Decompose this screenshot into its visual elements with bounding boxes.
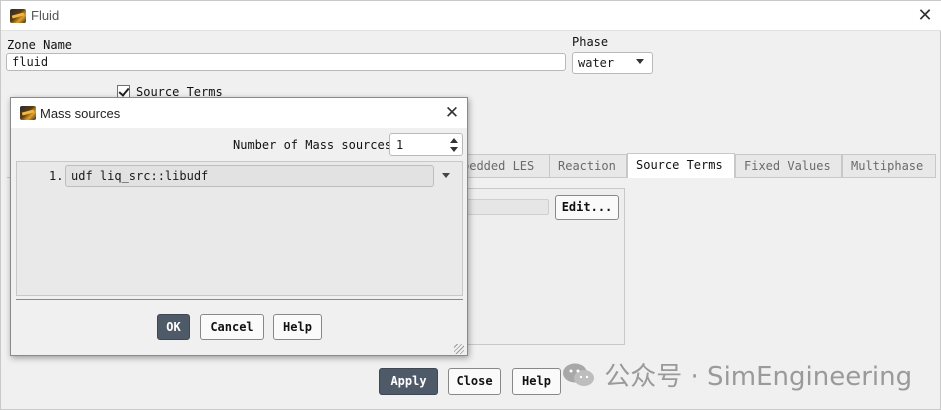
mass-sources-list: 1. udf liq_src::libudf [16,161,463,296]
phase-label: Phase [572,35,609,49]
watermark: 公众号 · SimEngineering [562,356,912,393]
ok-button[interactable]: OK [157,314,190,340]
zone-name-label: Zone Name [7,38,73,52]
tab-fixed-values[interactable]: Fixed Values [735,154,842,177]
spin-down-icon[interactable] [450,147,458,152]
mass-count-label: Number of Mass sources [233,138,392,152]
dialog-separator [16,299,463,300]
help-button[interactable]: Help [273,314,322,340]
phase-value: water [578,56,615,70]
mass-dialog-titlebar: Mass sources ✕ [11,98,467,128]
close-icon[interactable]: ✕ [441,102,463,124]
zone-name-field[interactable]: fluid [6,53,566,71]
apply-button[interactable]: Apply [379,368,438,395]
fluent-app-icon [20,106,36,120]
fluid-titlebar: Fluid ✕ [1,1,941,31]
source-terms-field [463,199,549,215]
source-value: udf liq_src::libudf [71,169,209,183]
mass-sources-dialog: Mass sources ✕ Number of Mass sources 1 … [10,97,468,356]
tab-multiphase[interactable]: Multiphase [842,154,936,177]
edit-button[interactable]: Edit... [555,195,619,220]
wechat-icon [563,363,594,386]
source-select[interactable]: udf liq_src::libudf [65,165,434,187]
phase-select[interactable]: water [572,52,653,74]
spin-up-icon[interactable] [450,138,458,143]
cancel-button[interactable]: Cancel [200,314,264,340]
tab-embedded-les[interactable]: bedded LES [453,154,559,177]
window-title: Fluid [31,8,60,23]
fluent-app-icon [10,9,26,23]
resize-grip-icon[interactable] [454,344,464,354]
chevron-down-icon[interactable] [442,173,450,178]
mass-count-value: 1 [396,138,404,152]
close-button[interactable]: Close [448,368,501,395]
close-icon[interactable]: ✕ [914,4,936,26]
tab-source-terms[interactable]: Source Terms [627,153,735,178]
tab-reaction[interactable]: Reaction [549,154,627,177]
source-index: 1. [49,169,64,183]
watermark-text: 公众号 · SimEngineering [604,362,913,392]
help-button[interactable]: Help [512,368,561,395]
dialog-title: Mass sources [40,106,121,121]
chevron-down-icon [636,59,644,64]
mass-count-spinner[interactable]: 1 [389,133,463,156]
